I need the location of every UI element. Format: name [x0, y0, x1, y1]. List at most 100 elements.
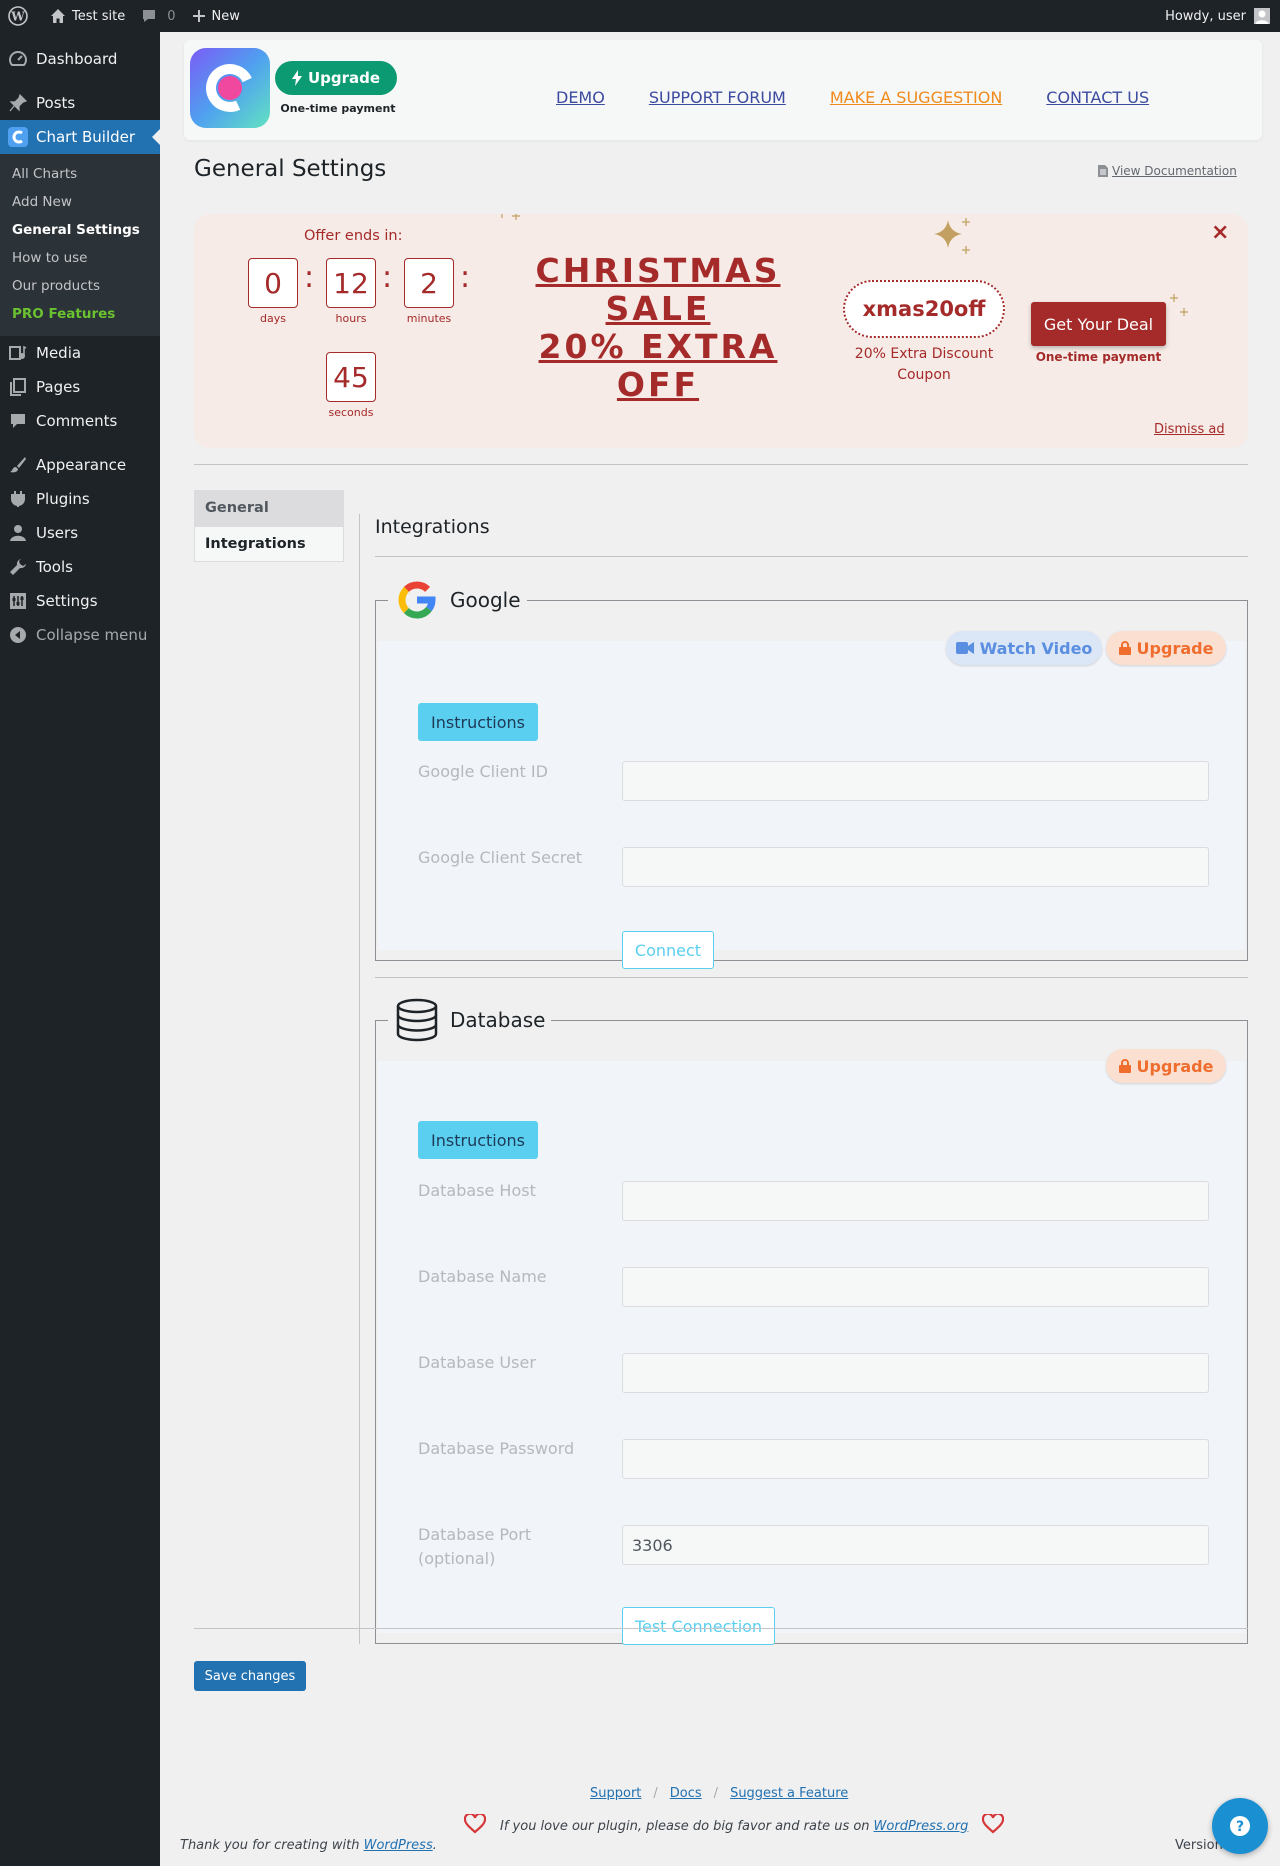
- google-logo-icon: [398, 581, 436, 619]
- pages-icon: [8, 377, 28, 397]
- menu-tools[interactable]: Tools: [0, 550, 160, 584]
- menu-posts[interactable]: Posts: [0, 86, 160, 120]
- google-instructions-button[interactable]: Instructions: [418, 703, 538, 741]
- title-line: 20% EXTRA: [538, 327, 778, 366]
- submenu-all-charts[interactable]: All Charts: [0, 160, 160, 188]
- view-documentation-link[interactable]: View Documentation: [1098, 164, 1237, 178]
- footer-suggest-link[interactable]: Suggest a Feature: [730, 1786, 848, 1801]
- submenu-how-to-use[interactable]: How to use: [0, 244, 160, 272]
- database-port-input[interactable]: 3306: [622, 1525, 1209, 1565]
- wordpress-link[interactable]: WordPress: [364, 1838, 433, 1853]
- menu-dashboard[interactable]: Dashboard: [0, 42, 160, 76]
- wordpress-logo-icon[interactable]: W: [0, 0, 42, 32]
- heart-icon: [463, 1812, 487, 1838]
- database-panel: Upgrade Instructions Database Host Datab…: [378, 1049, 1245, 1645]
- google-client-secret-label: Google Client Secret: [418, 848, 583, 867]
- offer-ends-label: Offer ends in:: [304, 228, 403, 244]
- menu-label: Settings: [36, 592, 98, 610]
- close-icon[interactable]: ×: [1211, 220, 1229, 245]
- watch-video-label: Watch Video: [979, 638, 1093, 658]
- google-client-secret-input[interactable]: [622, 847, 1209, 887]
- separator: /: [713, 1786, 719, 1801]
- admin-sidebar: Dashboard Posts Chart Builder All Charts…: [0, 32, 160, 1866]
- contact-us-link[interactable]: CONTACT US: [1046, 88, 1149, 107]
- submenu-add-new[interactable]: Add New: [0, 188, 160, 216]
- google-connect-button[interactable]: Connect: [622, 931, 714, 969]
- submenu-pro-features[interactable]: PRO Features: [0, 300, 160, 328]
- chart-builder-icon: [8, 127, 28, 147]
- bolt-icon: [291, 70, 302, 86]
- support-forum-link[interactable]: SUPPORT FORUM: [649, 88, 786, 107]
- page-title: General Settings: [194, 156, 387, 182]
- header-nav: DEMO SUPPORT FORUM MAKE A SUGGESTION CON…: [556, 88, 1149, 107]
- admin-bar-site[interactable]: Test site: [42, 0, 133, 32]
- new-label: New: [211, 8, 240, 24]
- header-upgrade-button[interactable]: Upgrade: [275, 61, 397, 95]
- database-user-input[interactable]: [622, 1353, 1209, 1393]
- video-camera-icon: [955, 642, 974, 654]
- menu-collapse[interactable]: Collapse menu: [0, 618, 160, 652]
- admin-bar: W Test site 0 New Howdy, user: [0, 0, 1280, 32]
- menu-settings[interactable]: Settings: [0, 584, 160, 618]
- settings-icon: [8, 591, 28, 611]
- google-upgrade-button[interactable]: Upgrade: [1106, 631, 1226, 665]
- demo-link[interactable]: DEMO: [556, 88, 605, 107]
- separator: /: [653, 1786, 658, 1801]
- rate-us-line: If you love our plugin, please do big fa…: [450, 1812, 1018, 1838]
- one-time-payment-note: One-time payment: [280, 102, 396, 115]
- dismiss-ad-link[interactable]: Dismiss ad: [1154, 422, 1225, 437]
- google-client-id-input[interactable]: [622, 761, 1209, 801]
- make-suggestion-link[interactable]: MAKE A SUGGESTION: [830, 88, 1002, 107]
- collapse-icon: [8, 625, 28, 645]
- menu-chart-builder[interactable]: Chart Builder: [0, 120, 160, 154]
- home-icon: [51, 9, 65, 23]
- admin-bar-comments[interactable]: 0: [133, 0, 183, 32]
- footer-support-link[interactable]: Support: [590, 1786, 641, 1801]
- submenu-our-products[interactable]: Our products: [0, 272, 160, 300]
- admin-bar-new[interactable]: New: [184, 0, 248, 32]
- menu-appearance[interactable]: Appearance: [0, 448, 160, 482]
- footer-docs-link[interactable]: Docs: [670, 1786, 702, 1801]
- comment-icon: [8, 411, 28, 431]
- countdown-days-label: days: [260, 312, 286, 325]
- menu-comments[interactable]: Comments: [0, 404, 160, 438]
- lock-icon: [1118, 641, 1131, 655]
- database-upgrade-button[interactable]: Upgrade: [1106, 1049, 1226, 1083]
- menu-label: Chart Builder: [36, 128, 136, 146]
- google-panel: Watch Video Upgrade Instructions Google …: [378, 631, 1245, 969]
- title-line: SALE: [605, 289, 711, 328]
- database-name-input[interactable]: [622, 1267, 1209, 1307]
- get-your-deal-button[interactable]: Get Your Deal: [1031, 302, 1166, 346]
- help-button[interactable]: ?: [1212, 1798, 1268, 1854]
- wordpress-org-link[interactable]: WordPress.org: [874, 1819, 969, 1834]
- test-connection-button[interactable]: Test Connection: [622, 1607, 775, 1645]
- database-integration-section: Upgrade Instructions Database Host Datab…: [375, 995, 1248, 1645]
- integrations-heading: Integrations: [375, 516, 490, 538]
- menu-plugins[interactable]: Plugins: [0, 482, 160, 516]
- tab-general[interactable]: General: [194, 490, 344, 526]
- countdown-colon: :: [382, 260, 393, 295]
- menu-pages[interactable]: Pages: [0, 370, 160, 404]
- document-icon: [1098, 165, 1108, 177]
- menu-label: Posts: [36, 94, 76, 112]
- menu-media[interactable]: Media: [0, 336, 160, 370]
- deal-one-time-note: One-time payment: [1035, 350, 1162, 364]
- title-line: CHRISTMAS: [535, 251, 781, 290]
- watch-video-button[interactable]: Watch Video: [946, 631, 1102, 665]
- tab-integrations[interactable]: Integrations: [194, 526, 344, 562]
- google-client-id-label: Google Client ID: [418, 762, 548, 781]
- comments-count: 0: [167, 8, 176, 24]
- submenu-general-settings[interactable]: General Settings: [0, 216, 160, 244]
- menu-users[interactable]: Users: [0, 516, 160, 550]
- save-changes-button[interactable]: Save changes: [194, 1661, 306, 1691]
- admin-bar-account[interactable]: Howdy, user: [1165, 8, 1280, 24]
- database-password-input[interactable]: [622, 1439, 1209, 1479]
- countdown-minutes-label: minutes: [406, 312, 452, 325]
- lock-icon: [1118, 1059, 1131, 1073]
- comment-icon: [143, 10, 156, 22]
- christmas-sale-title[interactable]: CHRISTMAS SALE 20% EXTRA OFF: [508, 252, 808, 404]
- svg-text:W: W: [10, 10, 25, 24]
- database-host-input[interactable]: [622, 1181, 1209, 1221]
- countdown-hours-label: hours: [335, 312, 367, 325]
- database-instructions-button[interactable]: Instructions: [418, 1121, 538, 1159]
